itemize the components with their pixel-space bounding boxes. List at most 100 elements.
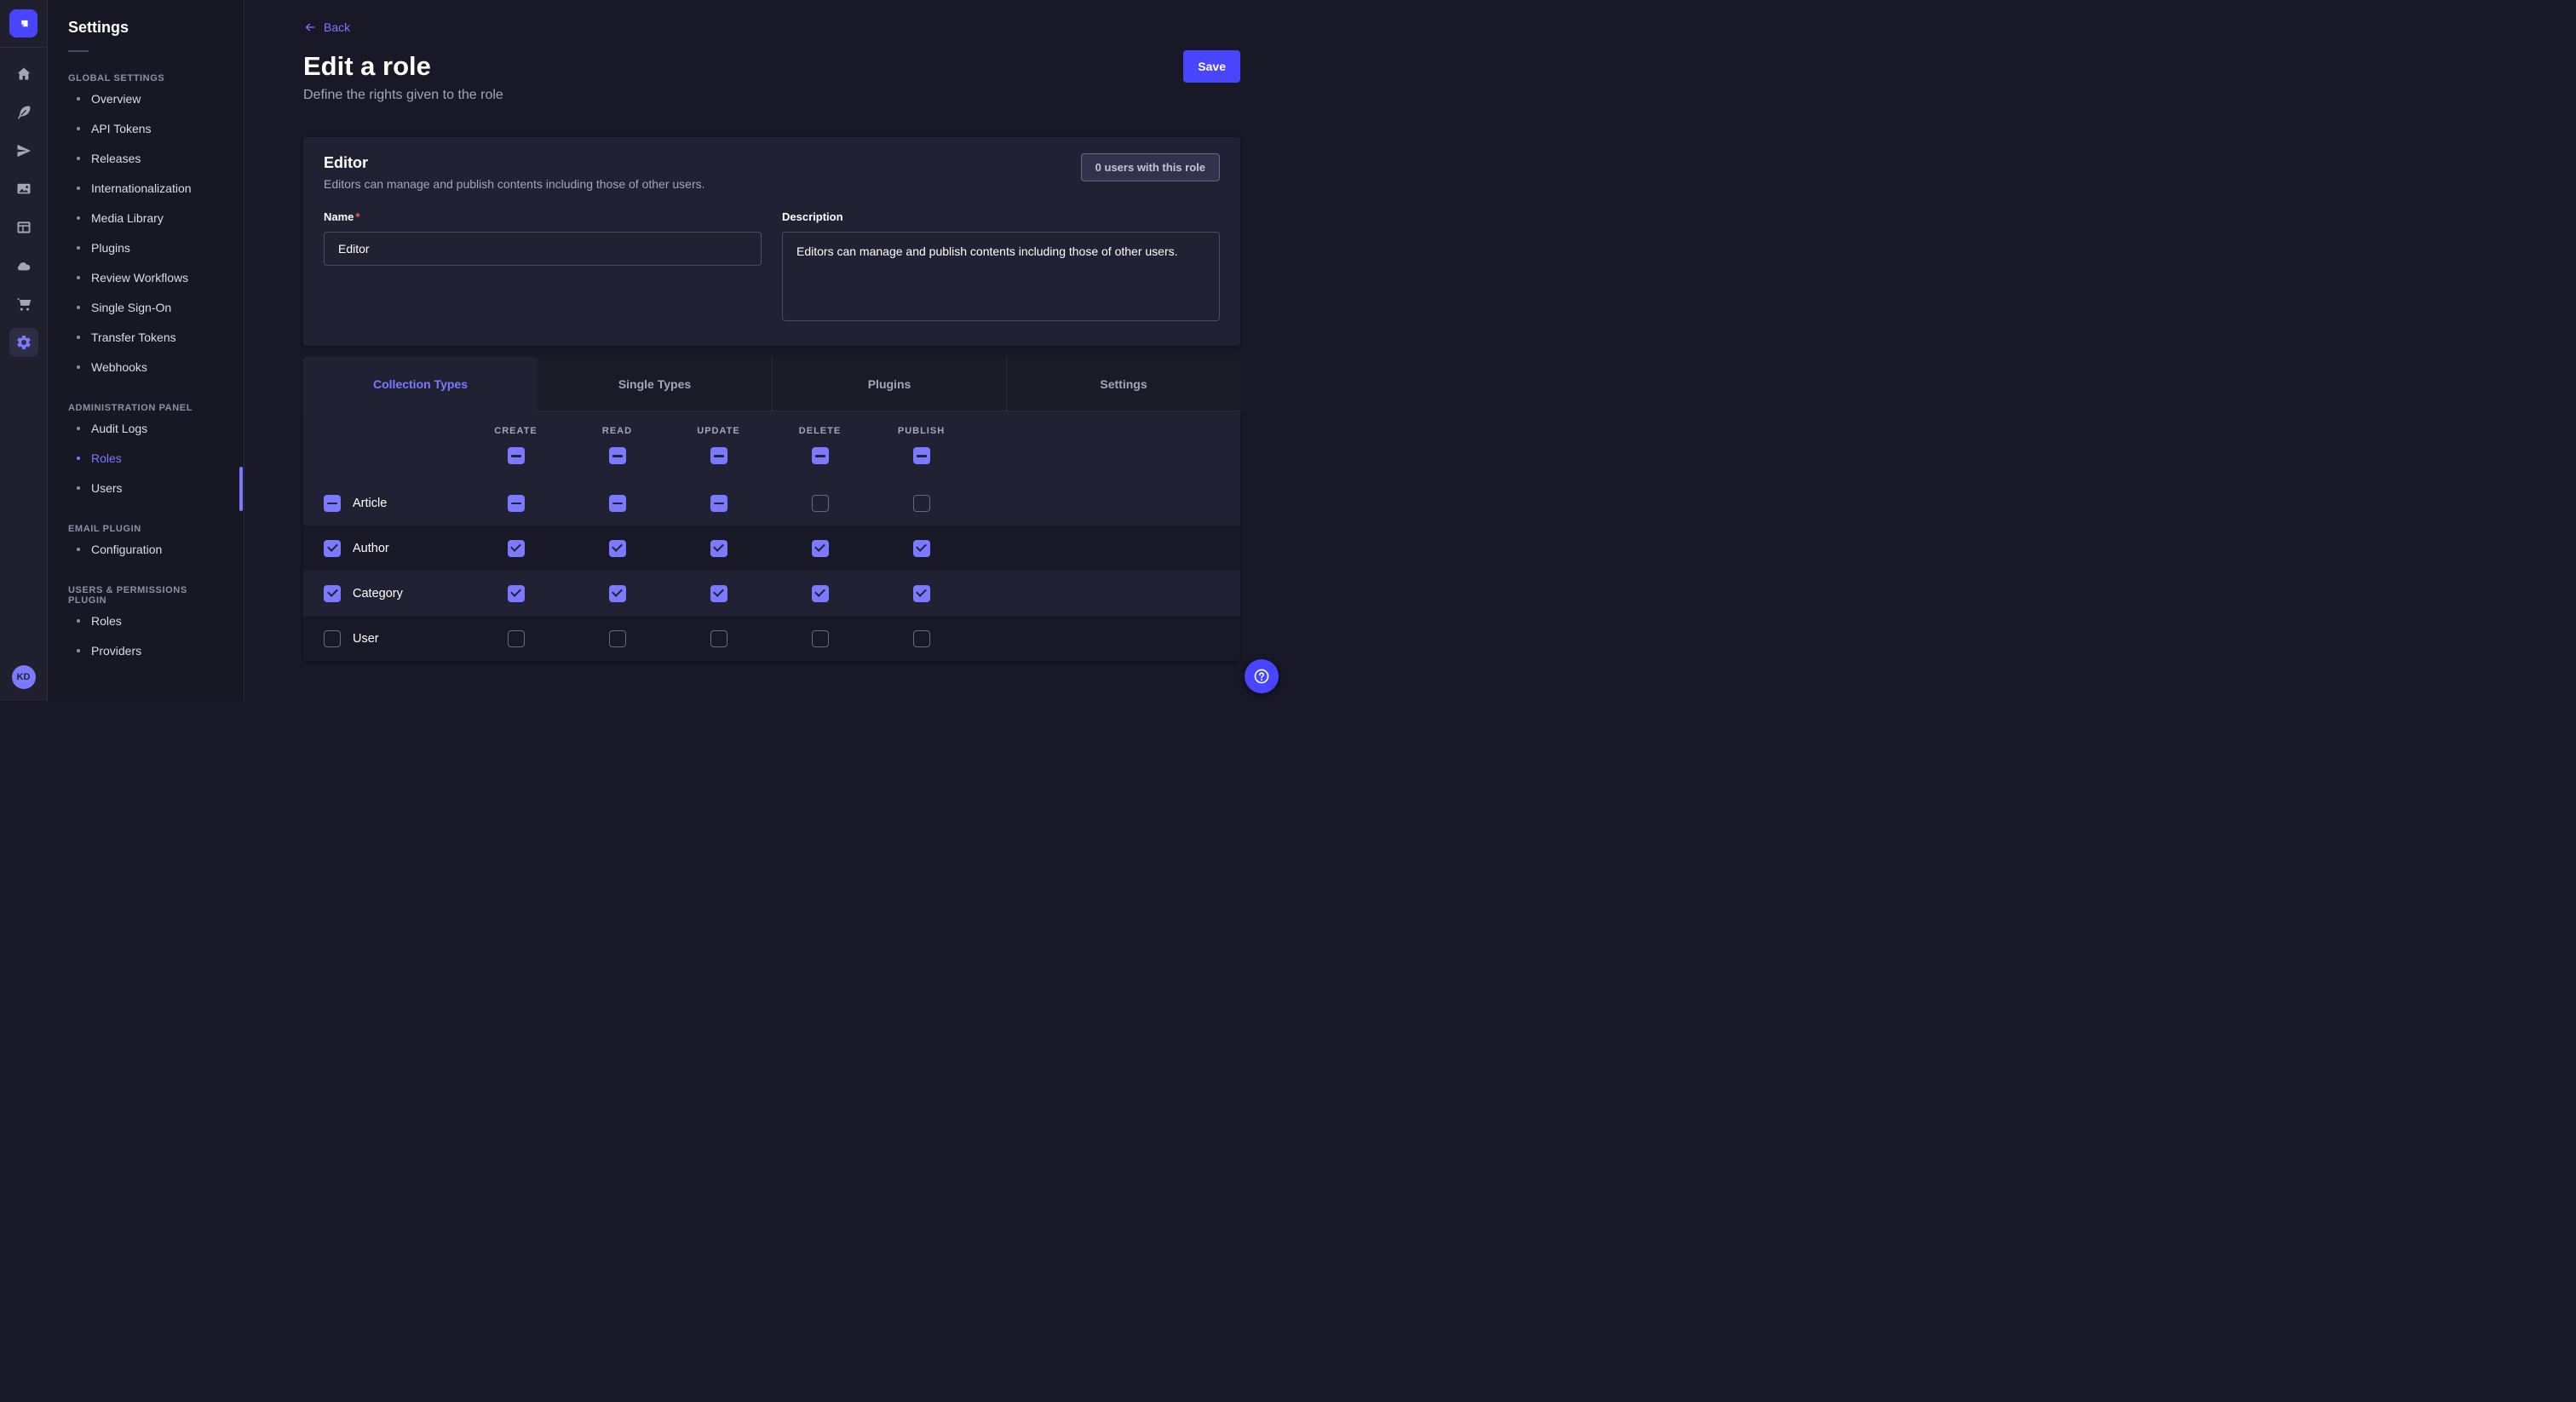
article-publish-checkbox[interactable] [913, 495, 930, 512]
section-label-users-permissions-plugin: USERS & PERMISSIONS PLUGIN [48, 585, 244, 606]
user-delete-checkbox[interactable] [812, 630, 829, 647]
users-with-role-button[interactable]: 0 users with this role [1081, 153, 1220, 181]
role-form-fields: Name* Description Editors can manage and… [324, 210, 1220, 325]
bullet-icon [77, 127, 80, 130]
user-row-checkbox[interactable] [324, 630, 341, 647]
sidebar-item-plugins[interactable]: Plugins [48, 233, 244, 262]
select-all-create-checkbox[interactable] [508, 447, 525, 464]
page-header: Edit a role Save [303, 50, 1240, 83]
column-labels-row: CREATE READ UPDATE DELETE PUBLISH [303, 426, 1240, 436]
sidebar-item-transfer-tokens[interactable]: Transfer Tokens [48, 323, 244, 352]
table-row-user: User [303, 616, 1240, 661]
sidebar-item-configuration[interactable]: Configuration [48, 535, 244, 564]
sidebar-item-providers[interactable]: Providers [48, 636, 244, 665]
description-label: Description [782, 210, 843, 223]
back-link[interactable]: Back [303, 20, 350, 34]
tab-single-types[interactable]: Single Types [538, 357, 772, 411]
sidebar-item-up-roles[interactable]: Roles [48, 606, 244, 635]
select-all-publish-checkbox[interactable] [913, 447, 930, 464]
feather-icon[interactable] [9, 98, 38, 127]
author-read-checkbox[interactable] [609, 540, 626, 557]
select-all-read-checkbox[interactable] [609, 447, 626, 464]
layout-icon[interactable] [9, 213, 38, 242]
name-label: Name* [324, 210, 359, 223]
bullet-icon [77, 365, 80, 369]
column-header-publish: PUBLISH [871, 426, 972, 436]
category-row-checkbox[interactable] [324, 585, 341, 602]
row-label-category: Category [353, 587, 403, 600]
required-asterisk: * [355, 210, 359, 223]
subnav-divider [68, 50, 89, 52]
sidebar-item-releases[interactable]: Releases [48, 144, 244, 173]
sidebar-item-internationalization[interactable]: Internationalization [48, 174, 244, 203]
name-field-group: Name* [324, 210, 762, 325]
select-all-row [303, 447, 1240, 464]
cart-icon[interactable] [9, 290, 38, 319]
sidebar-item-overview[interactable]: Overview [48, 84, 244, 113]
user-publish-checkbox[interactable] [913, 630, 930, 647]
page-title: Edit a role [303, 50, 431, 83]
bullet-icon [77, 216, 80, 220]
settings-gear-icon[interactable] [9, 328, 38, 357]
permissions-section: Collection Types Single Types Plugins Se… [303, 357, 1240, 661]
cloud-icon[interactable] [9, 251, 38, 280]
sidebar-item-audit-logs[interactable]: Audit Logs [48, 414, 244, 443]
sidebar-item-review-workflows[interactable]: Review Workflows [48, 263, 244, 292]
author-publish-checkbox[interactable] [913, 540, 930, 557]
bullet-icon [77, 306, 80, 309]
user-create-checkbox[interactable] [508, 630, 525, 647]
category-delete-checkbox[interactable] [812, 585, 829, 602]
article-row-checkbox[interactable] [324, 495, 341, 512]
column-header-read: READ [566, 426, 668, 436]
row-label-author: Author [353, 542, 389, 555]
main-content: Back Edit a role Save Define the rights … [244, 0, 1288, 701]
user-avatar[interactable]: KD [12, 665, 36, 689]
subnav-header: Settings [48, 0, 244, 52]
sidebar-item-media-library[interactable]: Media Library [48, 204, 244, 233]
author-update-checkbox[interactable] [710, 540, 727, 557]
sidebar-item-webhooks[interactable]: Webhooks [48, 353, 244, 382]
table-row-category: Category [303, 571, 1240, 616]
permissions-table-header: CREATE READ UPDATE DELETE PUBLISH [303, 411, 1240, 480]
sidebar-item-single-sign-on[interactable]: Single Sign-On [48, 293, 244, 322]
sidebar-item-roles[interactable]: Roles [48, 444, 244, 473]
article-update-checkbox[interactable] [710, 495, 727, 512]
strapi-logo[interactable] [9, 9, 37, 37]
section-label-administration-panel: ADMINISTRATION PANEL [48, 403, 244, 413]
media-library-icon[interactable] [9, 175, 38, 204]
user-update-checkbox[interactable] [710, 630, 727, 647]
article-create-checkbox[interactable] [508, 495, 525, 512]
author-delete-checkbox[interactable] [812, 540, 829, 557]
tab-plugins[interactable]: Plugins [772, 357, 1006, 411]
sidebar-item-api-tokens[interactable]: API Tokens [48, 114, 244, 143]
bullet-icon [77, 187, 80, 190]
category-update-checkbox[interactable] [710, 585, 727, 602]
author-create-checkbox[interactable] [508, 540, 525, 557]
select-all-delete-checkbox[interactable] [812, 447, 829, 464]
sidebar-item-users[interactable]: Users [48, 474, 244, 503]
bullet-icon [77, 427, 80, 430]
help-button[interactable] [1245, 659, 1279, 693]
author-row-checkbox[interactable] [324, 540, 341, 557]
column-header-delete: DELETE [769, 426, 871, 436]
settings-subnav: Settings GLOBAL SETTINGS Overview API To… [48, 0, 244, 701]
name-input[interactable] [324, 232, 762, 266]
category-publish-checkbox[interactable] [913, 585, 930, 602]
page-subtitle: Define the rights given to the role [303, 88, 1240, 103]
home-icon[interactable] [9, 60, 38, 89]
category-create-checkbox[interactable] [508, 585, 525, 602]
tab-collection-types[interactable]: Collection Types [303, 357, 538, 411]
category-read-checkbox[interactable] [609, 585, 626, 602]
subnav-scrollbar-thumb[interactable] [239, 467, 243, 511]
article-read-checkbox[interactable] [609, 495, 626, 512]
select-all-update-checkbox[interactable] [710, 447, 727, 464]
user-read-checkbox[interactable] [609, 630, 626, 647]
row-label-user: User [353, 632, 379, 646]
article-delete-checkbox[interactable] [812, 495, 829, 512]
tab-settings[interactable]: Settings [1006, 357, 1240, 411]
save-button[interactable]: Save [1183, 50, 1240, 83]
description-textarea[interactable]: Editors can manage and publish contents … [782, 232, 1220, 321]
role-details-card: Editor Editors can manage and publish co… [303, 137, 1240, 346]
send-icon[interactable] [9, 136, 38, 165]
section-label-global-settings: GLOBAL SETTINGS [48, 73, 244, 83]
